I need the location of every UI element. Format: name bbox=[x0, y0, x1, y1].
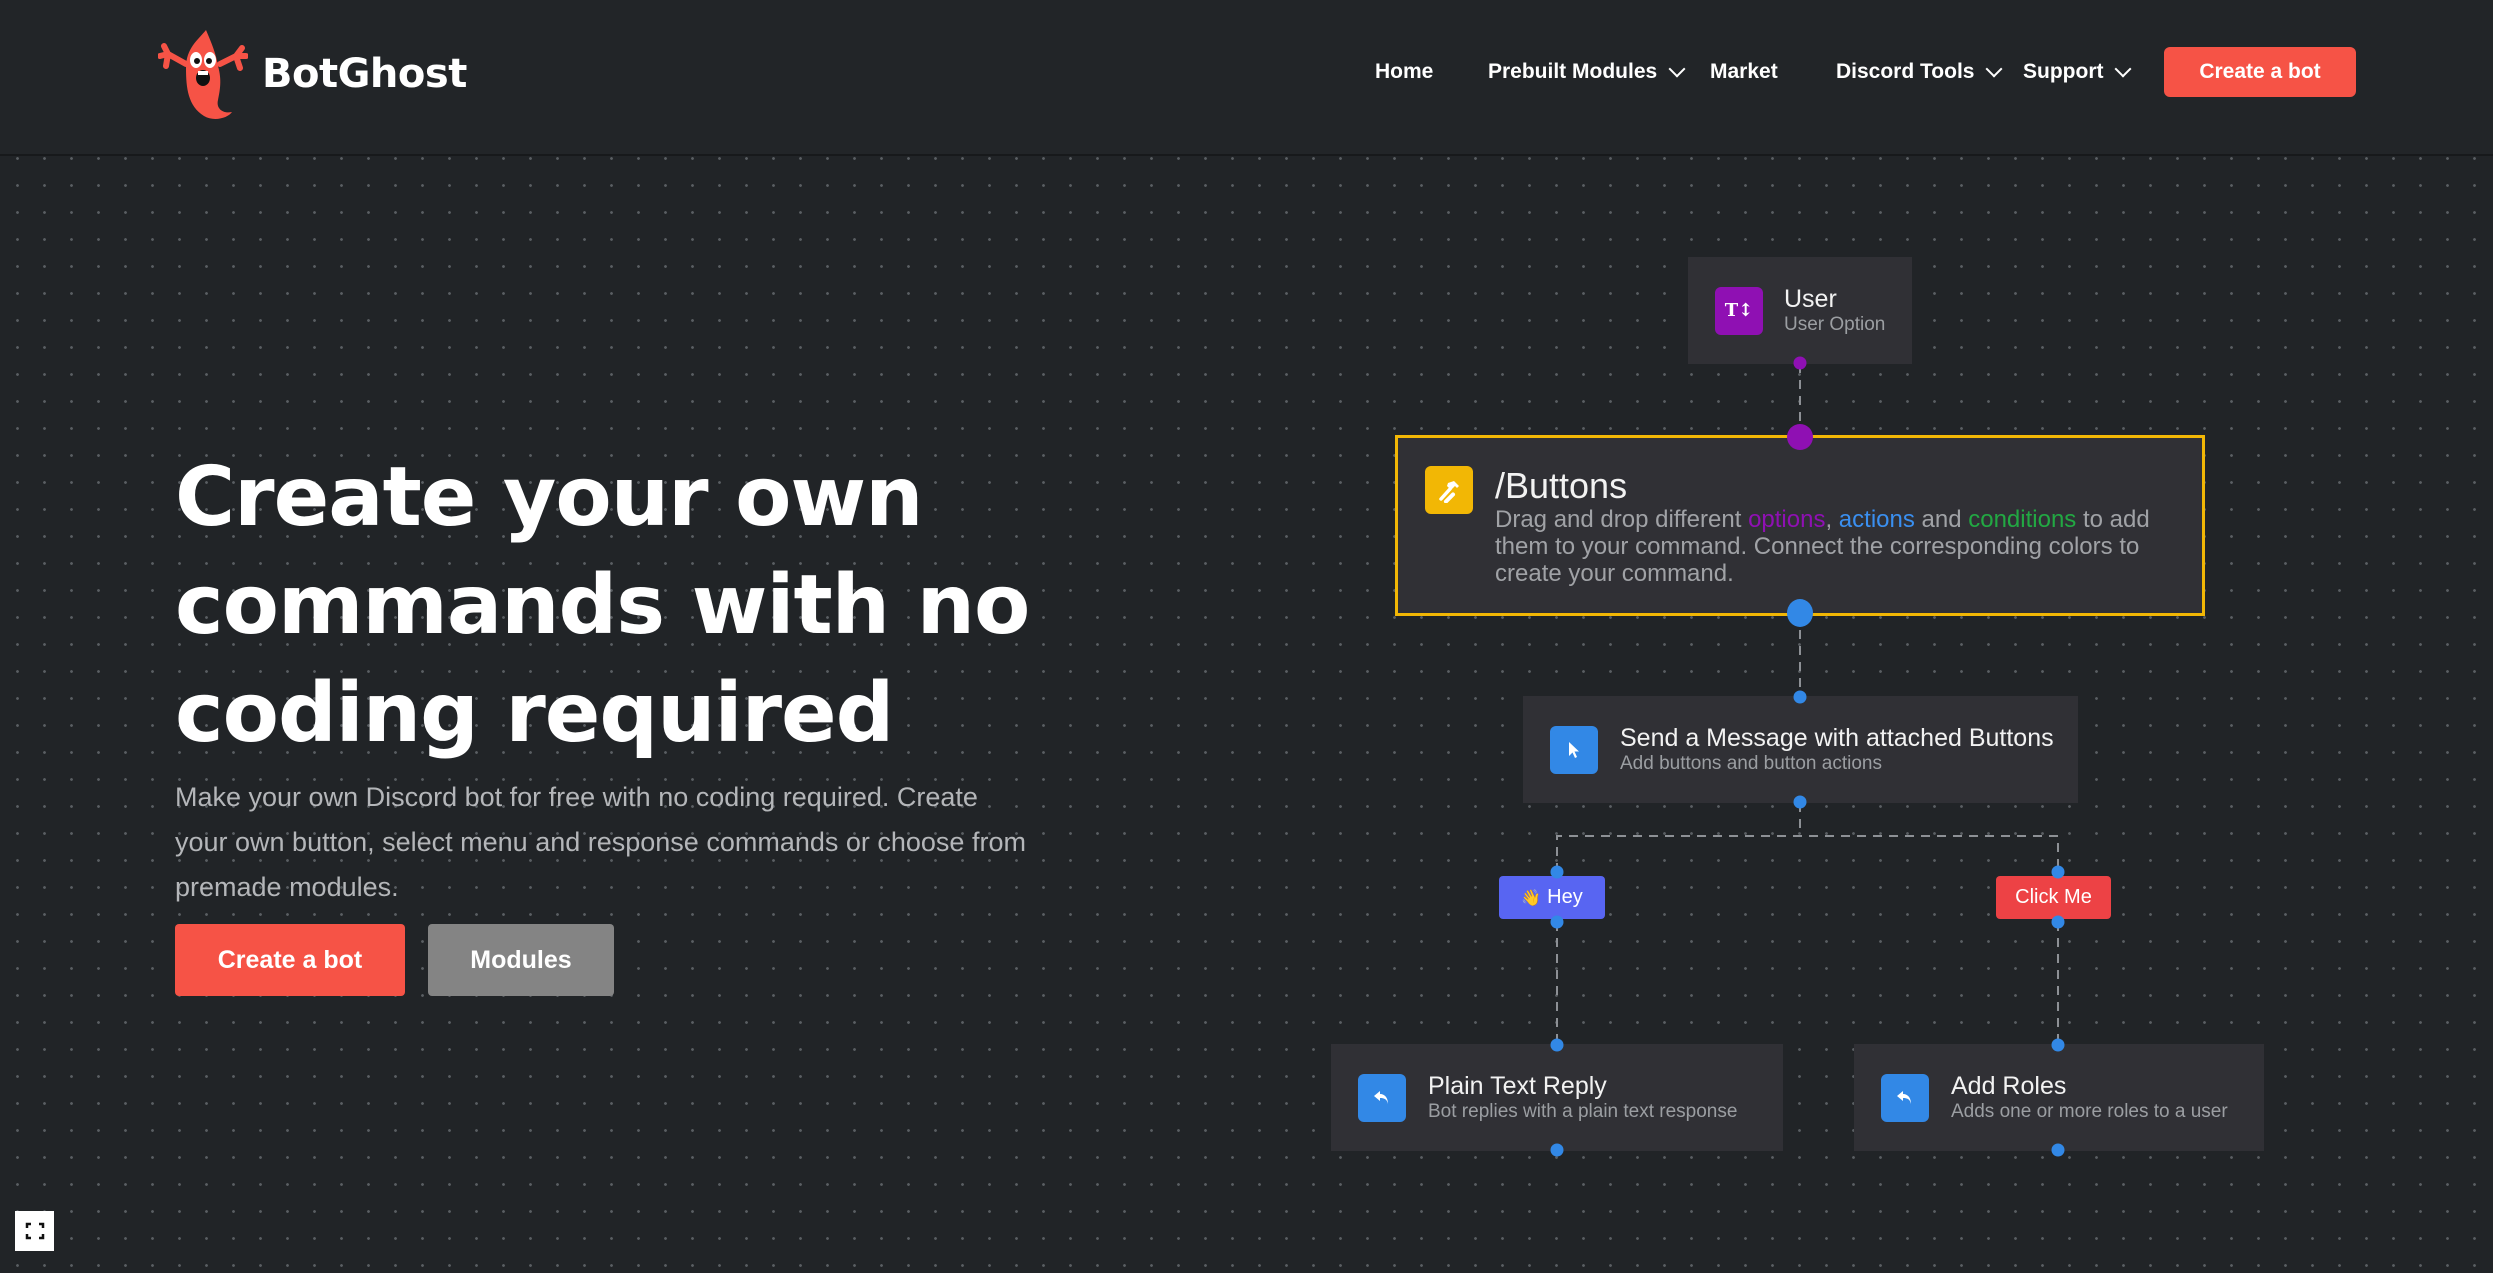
site-header: BotGhost Home Prebuilt Modules Market Di… bbox=[0, 0, 2493, 156]
nav-support-label: Support bbox=[2023, 60, 2104, 83]
chevron-down-icon bbox=[2114, 60, 2132, 78]
roles-input-handle[interactable] bbox=[2051, 1038, 2065, 1052]
nav-home[interactable]: Home bbox=[1375, 48, 1433, 96]
click-me-button-label: Click Me bbox=[2015, 886, 2092, 908]
logo[interactable]: BotGhost bbox=[158, 26, 467, 122]
wave-emoji-icon: 👋 bbox=[1521, 889, 1542, 907]
desc-options-word: options bbox=[1748, 506, 1826, 533]
hey-button[interactable]: 👋 Hey bbox=[1499, 876, 1605, 919]
node-desc: Add buttons and button actions bbox=[1620, 752, 1882, 774]
nav-market[interactable]: Market bbox=[1710, 48, 1778, 96]
add-roles-node[interactable]: Add Roles Adds one or more roles to a us… bbox=[1854, 1044, 2264, 1151]
node-desc: Adds one or more roles to a user bbox=[1951, 1100, 2228, 1122]
nav-home-label: Home bbox=[1375, 60, 1434, 83]
node-title: Add Roles bbox=[1951, 1071, 2067, 1100]
user-option-node[interactable]: T↕ User User Option bbox=[1688, 257, 1912, 364]
cursor-icon bbox=[1550, 725, 1598, 774]
ghost-logo-icon bbox=[158, 30, 248, 119]
brand-name: BotGhost bbox=[262, 51, 467, 97]
command-input-handle[interactable] bbox=[1787, 424, 1813, 450]
reply-input-handle[interactable] bbox=[1550, 1038, 1564, 1052]
command-title: /Buttons bbox=[1495, 465, 1628, 506]
desc-text: , bbox=[1825, 506, 1839, 533]
desc-conditions-word: conditions bbox=[1968, 506, 2077, 533]
reply-output-handle[interactable] bbox=[1550, 1143, 1564, 1157]
fullscreen-icon bbox=[25, 1222, 44, 1240]
send-message-node[interactable]: Send a Message with attached Buttons Add… bbox=[1523, 696, 2078, 803]
header-create-bot-button[interactable]: Create a bot bbox=[2164, 47, 2356, 97]
click-me-output-handle[interactable] bbox=[2051, 915, 2065, 929]
nav-discord-tools[interactable]: Discord Tools bbox=[1836, 48, 2003, 96]
desc-text: Drag and drop different bbox=[1495, 506, 1749, 533]
click-me-button[interactable]: Click Me bbox=[1996, 876, 2111, 919]
node-title: Plain Text Reply bbox=[1428, 1071, 1607, 1100]
command-desc: Drag and drop different options, actions… bbox=[1495, 506, 2175, 587]
hey-button-label: Hey bbox=[1547, 886, 1583, 908]
desc-text: and bbox=[1914, 506, 1969, 533]
reply-icon bbox=[1881, 1073, 1929, 1122]
node-desc: Bot replies with a plain text response bbox=[1428, 1100, 1738, 1122]
plain-text-reply-node[interactable]: Plain Text Reply Bot replies with a plai… bbox=[1331, 1044, 1783, 1151]
reply-icon bbox=[1358, 1073, 1406, 1122]
hey-output-handle[interactable] bbox=[1550, 915, 1564, 929]
chevron-down-icon bbox=[1668, 60, 1686, 78]
message-output-handle[interactable] bbox=[1793, 795, 1807, 809]
chevron-down-icon bbox=[1985, 60, 2003, 78]
modules-button[interactable]: Modules bbox=[428, 924, 614, 996]
desc-actions-word: actions bbox=[1838, 506, 1915, 533]
create-bot-button[interactable]: Create a bot bbox=[175, 924, 405, 996]
node-desc: User Option bbox=[1784, 313, 1886, 335]
hero-title: Create your own commands with no coding … bbox=[175, 450, 1030, 761]
nav-support[interactable]: Support bbox=[2023, 48, 2132, 96]
fullscreen-button[interactable] bbox=[15, 1211, 54, 1251]
click-me-input-handle[interactable] bbox=[2051, 865, 2065, 879]
command-node[interactable]: /Buttons Drag and drop different options… bbox=[1395, 435, 2205, 616]
hero-subtitle: Make your own Discord bot for free with … bbox=[175, 782, 1026, 902]
text-option-icon: T↕ bbox=[1715, 286, 1763, 335]
hammer-icon bbox=[1425, 466, 1473, 514]
node-title: Send a Message with attached Buttons bbox=[1620, 723, 2054, 752]
message-input-handle[interactable] bbox=[1793, 690, 1807, 704]
node-title: User bbox=[1784, 284, 1837, 313]
nav-market-label: Market bbox=[1710, 60, 1778, 83]
user-output-handle[interactable] bbox=[1793, 356, 1807, 370]
connector-message-buttons bbox=[1556, 803, 2059, 872]
hey-input-handle[interactable] bbox=[1550, 865, 1564, 879]
nav-discord-tools-label: Discord Tools bbox=[1836, 60, 1975, 83]
nav-prebuilt-modules[interactable]: Prebuilt Modules bbox=[1488, 48, 1686, 96]
roles-output-handle[interactable] bbox=[2051, 1143, 2065, 1157]
command-output-handle[interactable] bbox=[1787, 599, 1813, 627]
hero-cta-row: Create a bot Modules bbox=[175, 924, 614, 996]
nav-prebuilt-modules-label: Prebuilt Modules bbox=[1488, 60, 1658, 83]
